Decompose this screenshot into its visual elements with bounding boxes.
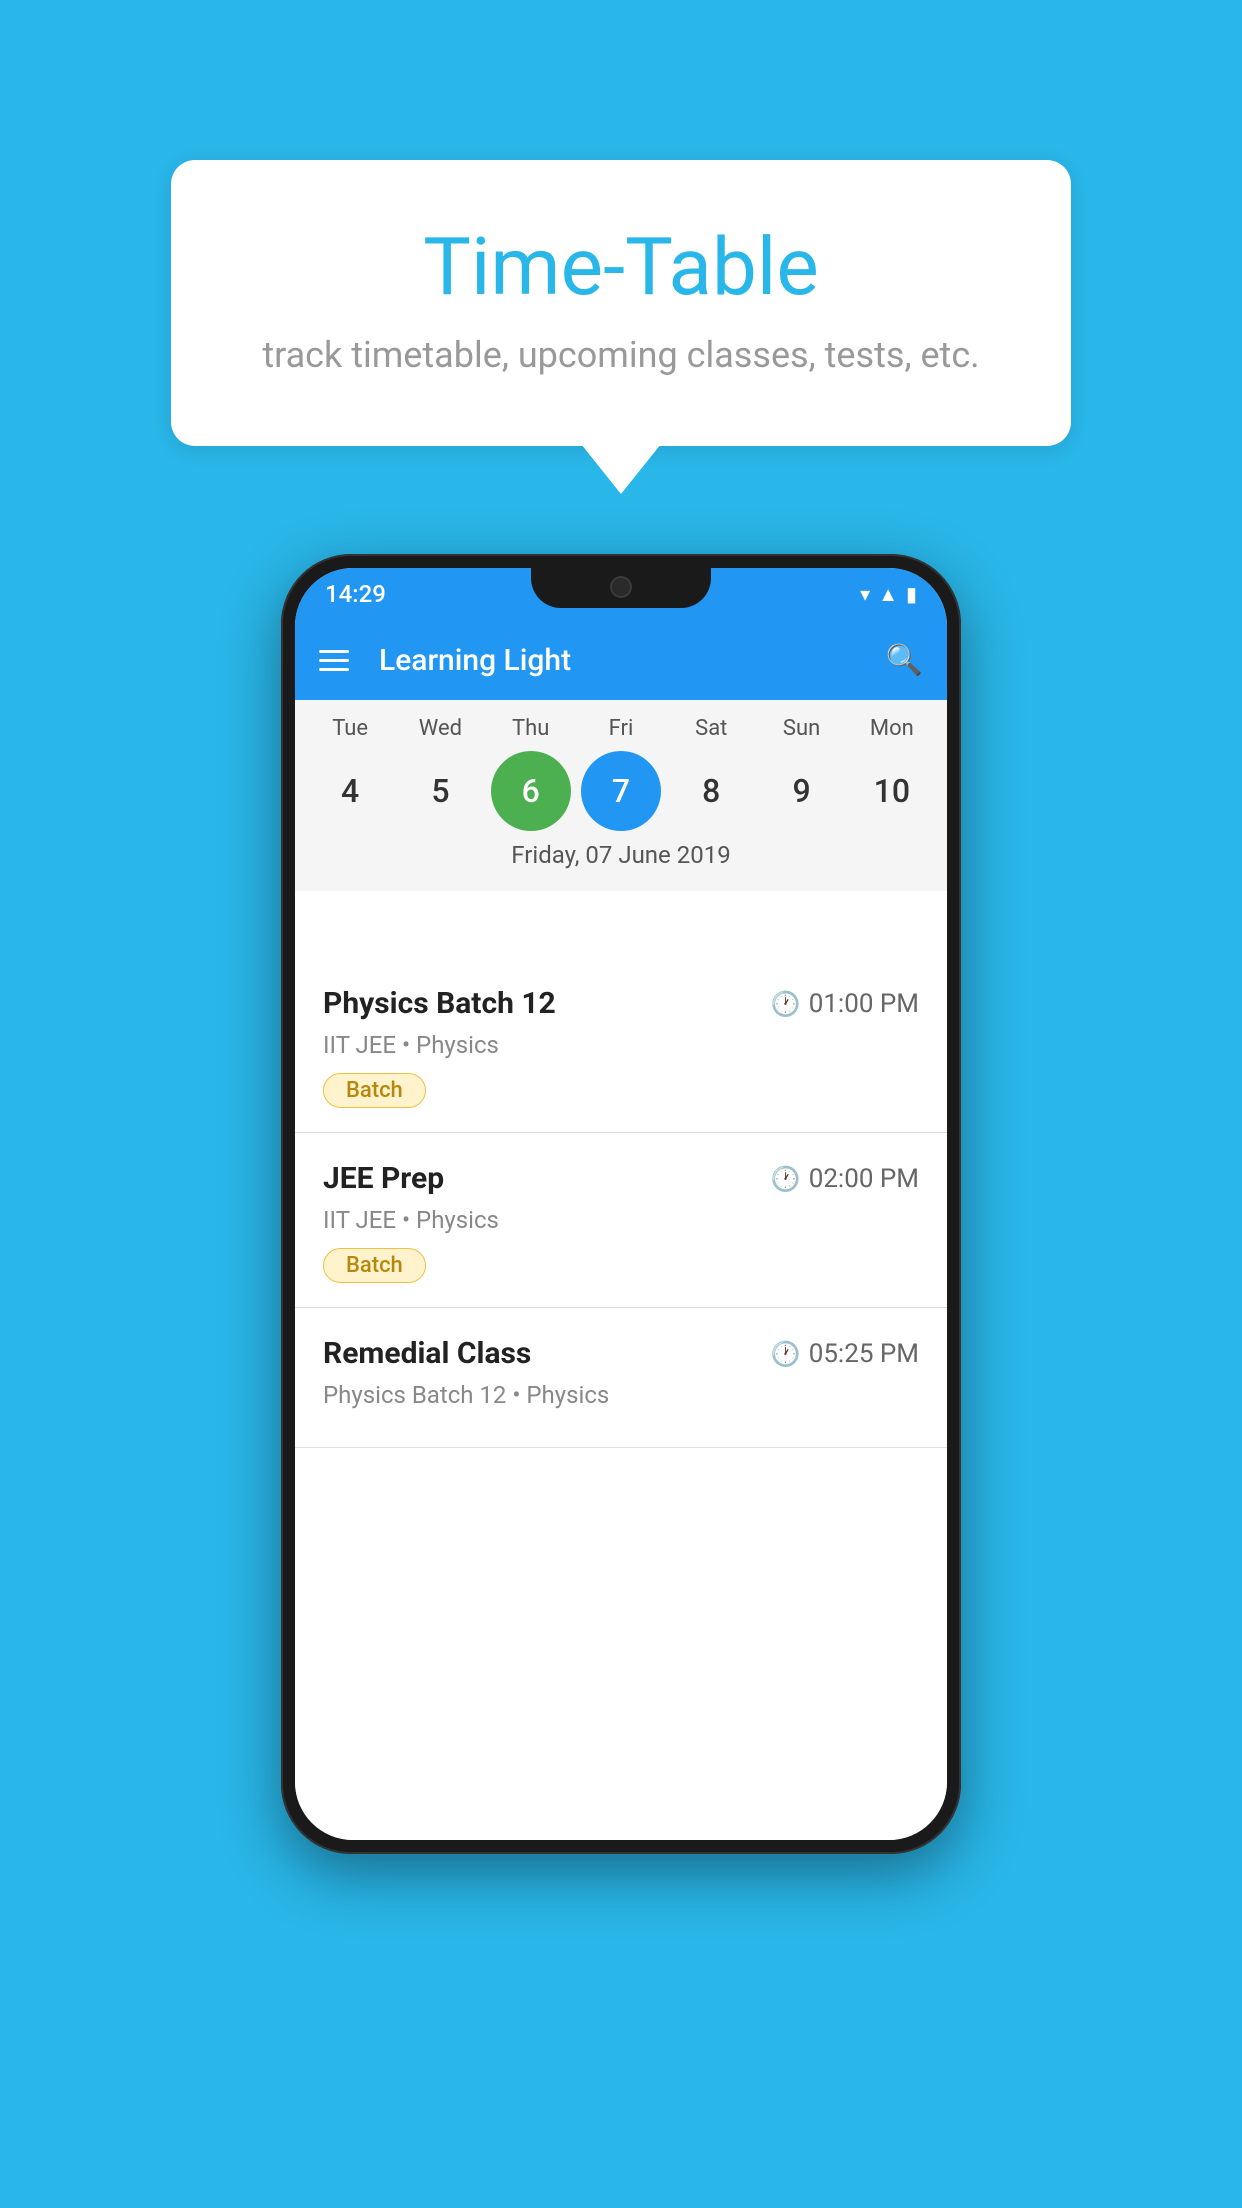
day-5[interactable]: 5 bbox=[400, 751, 480, 831]
phone-mockup: 14:29 ▾ ▲ ▮ Learning Light 🔍 bbox=[281, 554, 961, 1854]
day-label-thu: Thu bbox=[491, 716, 571, 741]
day-7-selected[interactable]: 7 bbox=[581, 751, 661, 831]
status-icons: ▾ ▲ ▮ bbox=[860, 582, 917, 607]
day-label-mon: Mon bbox=[852, 716, 932, 741]
speech-bubble: Time-Table track timetable, upcoming cla… bbox=[171, 160, 1071, 446]
bubble-title: Time-Table bbox=[251, 220, 991, 314]
clock-icon-2: 🕐 bbox=[771, 1165, 801, 1193]
volume-up-button bbox=[281, 754, 283, 814]
day-numbers: 4 5 6 7 8 9 10 bbox=[295, 751, 947, 831]
event-time-1: 🕐 01:00 PM bbox=[771, 989, 919, 1019]
day-label-wed: Wed bbox=[400, 716, 480, 741]
event-time-2: 🕐 02:00 PM bbox=[771, 1164, 919, 1194]
event-card-jee-prep[interactable]: JEE Prep 🕐 02:00 PM IIT JEE • Physics Ba… bbox=[295, 1133, 947, 1308]
event-time-3: 🕐 05:25 PM bbox=[771, 1339, 919, 1369]
event-sub-3: Physics Batch 12 • Physics bbox=[323, 1381, 919, 1409]
wifi-icon: ▾ bbox=[860, 582, 870, 606]
day-label-tue: Tue bbox=[310, 716, 390, 741]
events-list: Physics Batch 12 🕐 01:00 PM IIT JEE • Ph… bbox=[295, 958, 947, 1840]
batch-tag-2: Batch bbox=[323, 1248, 426, 1283]
batch-tag-1: Batch bbox=[323, 1073, 426, 1108]
battery-icon: ▮ bbox=[906, 582, 917, 606]
power-button bbox=[959, 794, 961, 874]
event-card-remedial[interactable]: Remedial Class 🕐 05:25 PM Physics Batch … bbox=[295, 1308, 947, 1448]
day-8[interactable]: 8 bbox=[671, 751, 751, 831]
day-10[interactable]: 10 bbox=[852, 751, 932, 831]
event-header-3: Remedial Class 🕐 05:25 PM bbox=[323, 1336, 919, 1371]
day-label-sat: Sat bbox=[671, 716, 751, 741]
clock-icon-1: 🕐 bbox=[771, 990, 801, 1018]
day-4[interactable]: 4 bbox=[310, 751, 390, 831]
event-title-1: Physics Batch 12 bbox=[323, 986, 556, 1021]
clock-icon-3: 🕐 bbox=[771, 1340, 801, 1368]
day-6-today[interactable]: 6 bbox=[491, 751, 571, 831]
event-title-2: JEE Prep bbox=[323, 1161, 444, 1196]
event-time-value-3: 05:25 PM bbox=[809, 1339, 919, 1369]
day-headers: Tue Wed Thu Fri Sat Sun Mon bbox=[295, 716, 947, 741]
phone-outer: 14:29 ▾ ▲ ▮ Learning Light 🔍 bbox=[281, 554, 961, 1854]
event-header-2: JEE Prep 🕐 02:00 PM bbox=[323, 1161, 919, 1196]
speech-bubble-section: Time-Table track timetable, upcoming cla… bbox=[171, 160, 1071, 494]
event-time-value-2: 02:00 PM bbox=[809, 1164, 919, 1194]
app-bar: Learning Light 🔍 bbox=[295, 620, 947, 700]
day-label-fri: Fri bbox=[581, 716, 661, 741]
event-card-physics-batch[interactable]: Physics Batch 12 🕐 01:00 PM IIT JEE • Ph… bbox=[295, 958, 947, 1133]
day-9[interactable]: 9 bbox=[762, 751, 842, 831]
calendar-section: Tue Wed Thu Fri Sat Sun Mon 4 5 6 7 8 9 … bbox=[295, 700, 947, 891]
event-sub-1: IIT JEE • Physics bbox=[323, 1031, 919, 1059]
app-title: Learning Light bbox=[379, 643, 866, 678]
event-title-3: Remedial Class bbox=[323, 1336, 531, 1371]
status-time: 14:29 bbox=[325, 580, 386, 608]
day-label-sun: Sun bbox=[762, 716, 842, 741]
event-header-1: Physics Batch 12 🕐 01:00 PM bbox=[323, 986, 919, 1021]
volume-down-button bbox=[281, 834, 283, 894]
selected-date-label: Friday, 07 June 2019 bbox=[295, 841, 947, 869]
signal-icon: ▲ bbox=[878, 582, 898, 607]
bubble-pointer bbox=[581, 444, 661, 494]
event-sub-2: IIT JEE • Physics bbox=[323, 1206, 919, 1234]
phone-screen: 14:29 ▾ ▲ ▮ Learning Light 🔍 bbox=[295, 568, 947, 1840]
phone-notch bbox=[531, 568, 711, 608]
bubble-subtitle: track timetable, upcoming classes, tests… bbox=[251, 334, 991, 376]
front-camera bbox=[610, 576, 632, 598]
hamburger-menu-icon[interactable] bbox=[319, 650, 349, 671]
search-icon[interactable]: 🔍 bbox=[886, 643, 923, 678]
event-time-value-1: 01:00 PM bbox=[809, 989, 919, 1019]
